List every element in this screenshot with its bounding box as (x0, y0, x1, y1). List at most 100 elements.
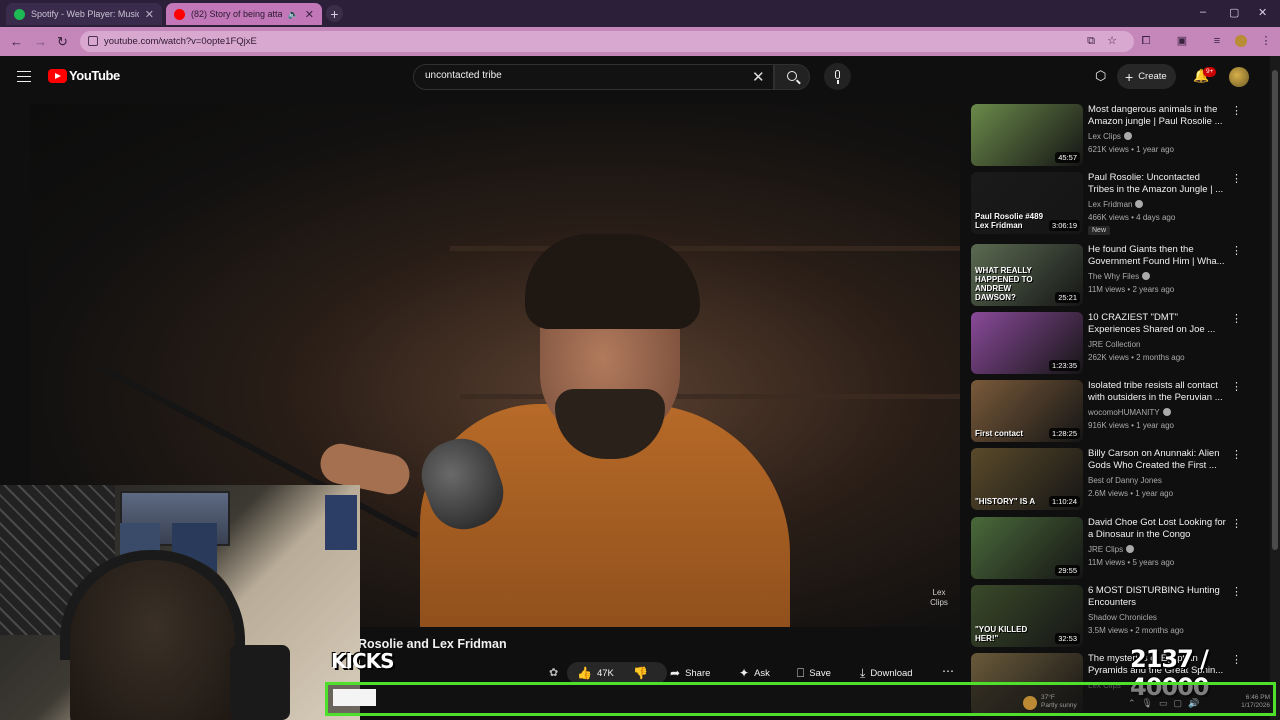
more-options-icon[interactable]: ⋮ (1231, 104, 1242, 117)
weather-widget[interactable]: 37°F Partly sunny (1041, 694, 1077, 710)
video-title[interactable]: 10 CRAZIEST "DMT" Experiences Shared on … (1088, 312, 1226, 336)
voice-search-button[interactable] (824, 63, 851, 90)
close-tab-icon[interactable]: ✕ (145, 8, 154, 21)
more-options-icon[interactable]: ⋮ (1231, 448, 1242, 461)
goal-progress-fill (333, 689, 376, 706)
recommended-video[interactable]: First contact 1:28:25 Isolated tribe resis… (971, 380, 1246, 444)
youtube-logo-text[interactable]: YouTube (69, 68, 120, 83)
video-thumbnail[interactable]: Paul Rosolie #489 Lex Fridman 3:06:19 (971, 172, 1083, 234)
site-info-icon[interactable] (88, 36, 98, 46)
taskbar-clock[interactable]: 6:46 PM 1/17/2026 (1228, 694, 1270, 710)
close-window-icon[interactable]: ✕ (1258, 6, 1267, 19)
channel-name[interactable]: JRE Collection (1088, 340, 1140, 349)
search-button[interactable] (774, 64, 810, 90)
back-icon[interactable]: ← (10, 34, 23, 49)
video-title[interactable]: David Choe Got Lost Looking for a Dinosa… (1088, 517, 1226, 541)
video-thumbnail[interactable]: 1:23:35 (971, 312, 1083, 374)
ask-button[interactable]: ✦ Ask (739, 662, 770, 684)
recommended-video[interactable]: "YOU KILLED HER!" 32:53 6 MOST DISTURBING … (971, 585, 1246, 649)
scrollbar-thumb[interactable] (1272, 70, 1278, 550)
duration-badge: 3:06:19 (1048, 220, 1080, 231)
video-thumbnail[interactable]: "YOU KILLED HER!" 32:53 (971, 585, 1083, 647)
channel-name[interactable]: JRE Clips (1088, 545, 1135, 554)
video-title[interactable]: Isolated tribe resists all contact with … (1088, 380, 1226, 404)
video-title[interactable]: He found Giants then the Government Foun… (1088, 244, 1226, 268)
more-actions-icon[interactable]: ⋯ (942, 664, 954, 678)
more-options-icon[interactable]: ⋮ (1231, 172, 1242, 185)
sidebar-icon[interactable]: ▣ (1176, 35, 1188, 47)
more-options-icon[interactable]: ⋮ (1231, 517, 1242, 530)
thumbnail-text: "HISTORY" IS A (975, 497, 1036, 506)
video-title[interactable]: Paul Rosolie: Uncontacted Tribes in the … (1088, 172, 1226, 196)
weather-icon[interactable] (1023, 696, 1037, 710)
duration-badge: 25:21 (1055, 292, 1080, 303)
tab-spotify[interactable]: Spotify - Web Player: Music for ✕ (6, 3, 162, 25)
channel-name[interactable]: wocomoHUMANITY (1088, 408, 1171, 417)
clear-search-icon[interactable]: ✕ (752, 68, 765, 86)
download-button[interactable]: ⤓ Download (860, 662, 913, 684)
more-options-icon[interactable]: ⋮ (1231, 244, 1242, 257)
channel-name[interactable]: Best of Danny Jones (1088, 476, 1162, 485)
video-thumbnail[interactable]: 29:55 (971, 517, 1083, 579)
thumbnail-text: WHAT REALLY HAPPENED TO ANDREW DAWSON? (975, 266, 1033, 302)
minimize-icon[interactable]: – (1200, 6, 1206, 18)
share-label: Share (685, 667, 711, 679)
channel-name[interactable]: Lex Clips (1088, 132, 1132, 141)
video-thumbnail[interactable]: 45:57 (971, 104, 1083, 166)
channel-name[interactable]: The Why Files (1088, 272, 1151, 281)
like-button[interactable]: 👍 47K (567, 662, 667, 684)
more-options-icon[interactable]: ⋮ (1231, 380, 1242, 393)
reading-list-icon[interactable]: ≡ (1211, 35, 1223, 47)
browser-menu-icon[interactable]: ⋮ (1260, 35, 1272, 47)
thumbs-down-icon[interactable]: 👎 (633, 666, 648, 680)
video-thumbnail[interactable]: "HISTORY" IS A 1:10:24 (971, 448, 1083, 510)
recommended-video[interactable]: Paul Rosolie #489 Lex Fridman 3:06:19 Paul… (971, 172, 1246, 236)
video-thumbnail[interactable]: First contact 1:28:25 (971, 380, 1083, 442)
tab-youtube[interactable]: (82) Story of being attacked 🔈 ✕ (166, 3, 322, 25)
extensions-icon[interactable]: ⧠ (1140, 35, 1152, 47)
recommended-video[interactable]: 45:57 Most dangerous animals in the Amazo… (971, 104, 1246, 168)
video-title[interactable]: Most dangerous animals in the Amazon jun… (1088, 104, 1226, 128)
new-tab-button[interactable]: + (326, 5, 343, 22)
search-query[interactable]: uncontacted tribe (425, 70, 502, 81)
address-bar[interactable]: youtube.com/watch?v=0opte1FQjxE (80, 31, 1134, 52)
speaker-icon[interactable]: 🔈 (288, 9, 299, 20)
sparkle-icon: ✦ (739, 666, 750, 680)
more-options-icon[interactable]: ⋮ (1231, 585, 1242, 598)
plus-icon: + (1125, 68, 1134, 85)
channel-name[interactable]: Shadow Chronicles (1088, 613, 1157, 622)
clock-time: 6:46 PM (1245, 694, 1270, 701)
bookmark-star-icon[interactable]: ☆ (1106, 35, 1118, 47)
thumbnail-text: "YOU KILLED HER!" (975, 625, 1028, 643)
background-shelf (450, 246, 960, 251)
recommended-video[interactable]: 1:23:35 10 CRAZIEST "DMT" Experiences Sha… (971, 312, 1246, 376)
youtube-logo-icon[interactable] (48, 69, 67, 83)
channel-name-text: Lex Fridman (1088, 200, 1133, 209)
account-avatar[interactable] (1229, 67, 1249, 87)
recommended-video[interactable]: 29:55 David Choe Got Lost Looking for a D… (971, 517, 1246, 581)
video-thumbnail[interactable]: WHAT REALLY HAPPENED TO ANDREW DAWSON? 25… (971, 244, 1083, 306)
forward-icon[interactable]: → (34, 34, 47, 49)
kicks-overlay-label: KICKS (331, 649, 395, 673)
channel-name[interactable]: Lex Fridman (1088, 200, 1144, 209)
youtube-icon (174, 8, 185, 20)
more-options-icon[interactable]: ⋮ (1231, 312, 1242, 325)
video-title[interactable]: 6 MOST DISTURBING Hunting Encounters (1088, 585, 1226, 609)
download-label: Download (870, 667, 913, 679)
cast-icon[interactable]: ⬡ (1095, 69, 1109, 83)
system-tray-icons[interactable]: ⌃🎙▭▢🔊 (1128, 698, 1205, 709)
wall-poster (325, 495, 357, 550)
reload-icon[interactable]: ↻ (57, 34, 68, 50)
video-title[interactable]: Billy Carson on Anunnaki: Alien Gods Who… (1088, 448, 1226, 472)
save-button[interactable]: ⎕ Save (797, 662, 831, 684)
create-button[interactable]: + Create (1117, 64, 1176, 89)
duration-badge: 45:57 (1055, 152, 1080, 163)
recommended-video[interactable]: "HISTORY" IS A 1:10:24 Billy Carson on Anu… (971, 448, 1246, 512)
menu-icon[interactable] (17, 71, 31, 82)
share-button[interactable]: ➦ Share (670, 662, 710, 684)
install-app-icon[interactable]: ⧉ (1085, 35, 1097, 47)
profile-avatar[interactable] (1235, 35, 1247, 47)
recommended-video[interactable]: WHAT REALLY HAPPENED TO ANDREW DAWSON? 25… (971, 244, 1246, 308)
maximize-icon[interactable]: ▢ (1229, 6, 1239, 19)
close-tab-icon[interactable]: ✕ (305, 8, 314, 21)
